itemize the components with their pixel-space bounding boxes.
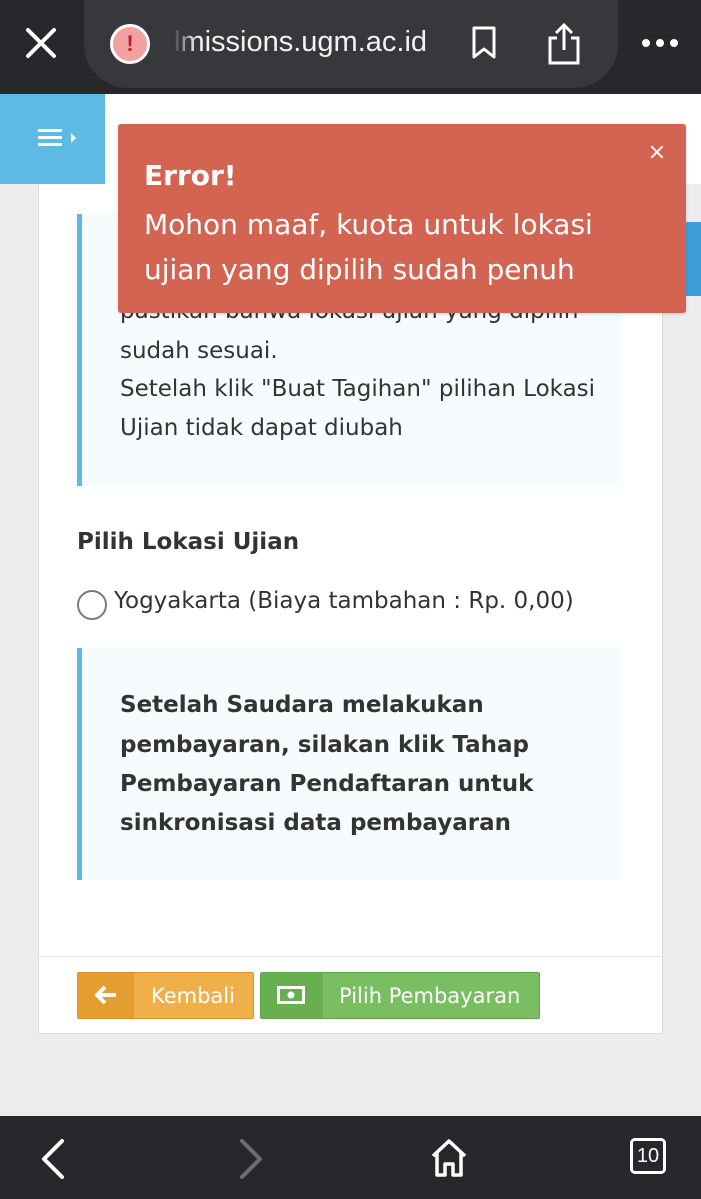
home-icon[interactable] <box>430 1138 468 1178</box>
radio-button[interactable] <box>77 590 107 620</box>
hamburger-menu-icon <box>38 129 76 146</box>
share-icon[interactable] <box>546 22 582 66</box>
error-toast: Error! Mohon maaf, kuota untuk lokasi uj… <box>118 124 686 313</box>
callout-line: Ujian tidak dapat diubah <box>120 415 403 441</box>
callout-line: Setelah Saudara melakukan <box>120 692 484 718</box>
url-fade <box>172 22 196 62</box>
tabs-count-button[interactable]: 10 <box>630 1138 666 1174</box>
hidden-action-button[interactable] <box>686 222 701 296</box>
location-section-label: Pilih Lokasi Ujian <box>77 529 300 555</box>
browser-top-bar: ! lmissions.ugm.ac.id <box>0 0 701 94</box>
browser-bottom-bar: 10 <box>0 1116 701 1199</box>
arrow-left-icon <box>95 985 116 1005</box>
close-icon[interactable] <box>22 24 60 62</box>
forward-arrow-icon <box>240 1139 262 1179</box>
card-footer-divider <box>38 956 663 957</box>
callout-line: sinkronisasi data pembayaran <box>120 810 511 836</box>
pay-button-icon-area <box>261 973 323 1018</box>
bookmark-icon[interactable] <box>470 26 498 60</box>
back-button-icon-area <box>78 973 134 1018</box>
toast-close-icon[interactable]: × <box>646 142 668 164</box>
sidebar-toggle-button[interactable] <box>0 94 105 184</box>
address-bar[interactable]: ! lmissions.ugm.ac.id <box>84 0 618 88</box>
back-button[interactable]: Kembali <box>77 972 254 1019</box>
callout-line: sudah sesuai. <box>120 338 278 364</box>
callout-line: pembayaran, silakan klik Tahap <box>120 732 529 758</box>
radio-label[interactable]: Yogyakarta (Biaya tambahan : Rp. 0,00) <box>114 584 574 618</box>
choose-payment-button[interactable]: Pilih Pembayaran <box>260 972 540 1019</box>
back-button-label: Kembali <box>151 984 235 1008</box>
more-options-icon[interactable] <box>640 36 680 50</box>
url-text[interactable]: lmissions.ugm.ac.id <box>174 22 444 62</box>
choose-payment-label: Pilih Pembayaran <box>339 984 521 1008</box>
callout-line: Setelah klik "Buat Tagihan" pilihan Loka… <box>120 376 596 402</box>
location-option-yogyakarta[interactable]: Yogyakarta (Biaya tambahan : Rp. 0,00) <box>77 584 637 620</box>
money-bill-icon <box>277 986 305 1004</box>
toast-title: Error! <box>144 159 237 192</box>
back-arrow-icon[interactable] <box>38 1138 68 1180</box>
not-secure-warning-icon[interactable]: ! <box>110 24 150 64</box>
toast-message: Mohon maaf, kuota untuk lokasi ujian yan… <box>144 208 593 286</box>
callout-line: Pembayaran Pendaftaran untuk <box>120 771 534 797</box>
info-callout-payment <box>77 648 623 880</box>
